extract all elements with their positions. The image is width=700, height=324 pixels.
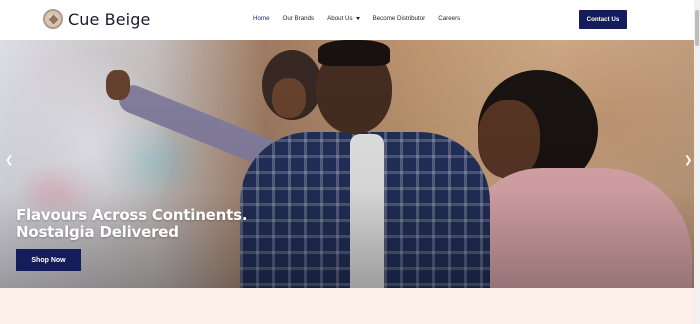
next-section	[0, 288, 694, 324]
nav-item-home[interactable]: Home	[253, 15, 270, 22]
chevron-left-icon[interactable]: ❮	[5, 156, 13, 166]
scrollbar-thumb[interactable]	[695, 10, 699, 46]
hero-title: Flavours Across Continents. Nostalgia De…	[16, 206, 248, 241]
hero-overlay	[0, 40, 700, 288]
page-scrollbar[interactable]	[694, 0, 700, 324]
hero-title-line2: Nostalgia Delivered	[16, 223, 179, 241]
site-header: Cue Beige Home Our Brands About Us Becom…	[0, 0, 700, 40]
nav-item-about-us-label: About Us	[327, 15, 353, 22]
logo[interactable]: Cue Beige	[43, 9, 150, 29]
main-nav: Home Our Brands About Us Become Distribu…	[253, 15, 473, 22]
nav-item-careers[interactable]: Careers	[438, 15, 460, 22]
nav-item-our-brands[interactable]: Our Brands	[283, 15, 315, 22]
chevron-right-icon[interactable]: ❯	[684, 156, 692, 166]
hero-title-line1: Flavours Across Continents.	[16, 206, 248, 224]
hero-slider: Flavours Across Continents. Nostalgia De…	[0, 40, 700, 288]
brand-name: Cue Beige	[68, 9, 151, 29]
contact-us-button[interactable]: Contact Us	[579, 10, 627, 29]
cue-beige-logo-icon	[43, 9, 63, 29]
nav-item-about-us[interactable]: About Us	[327, 15, 360, 22]
chevron-down-icon	[355, 17, 360, 20]
nav-item-become-distributor[interactable]: Become Distributor	[373, 15, 426, 22]
shop-now-button[interactable]: Shop Now	[16, 249, 81, 271]
